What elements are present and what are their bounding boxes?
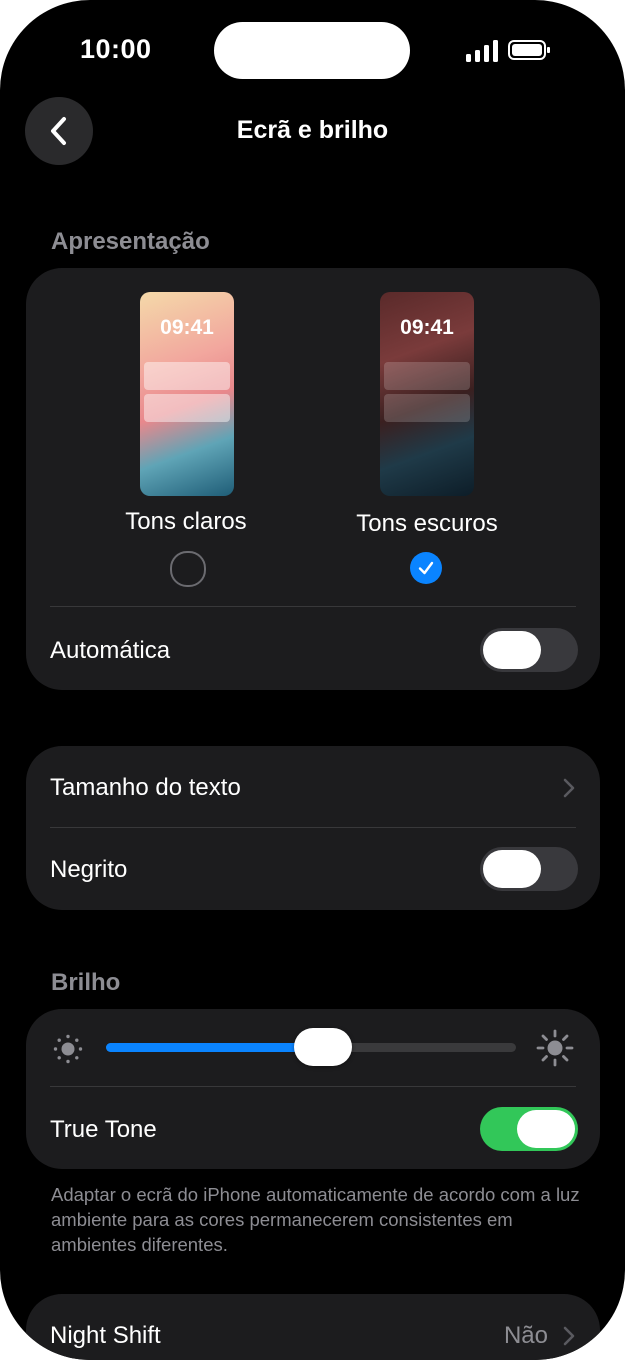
- preview-notification: [144, 394, 230, 422]
- bold-text-label: Negrito: [50, 856, 128, 883]
- true-tone-footnote: Adaptar o ecrã do iPhone automaticamente…: [51, 1184, 580, 1255]
- dark-mode-radio-selected[interactable]: [410, 552, 442, 584]
- checkmark-icon: [418, 561, 434, 575]
- text-size-label: Tamanho do texto: [50, 774, 241, 801]
- night-shift-row[interactable]: Night Shift Não: [26, 1294, 600, 1360]
- page-title: Ecrã e brilho: [236, 116, 389, 144]
- true-tone-toggle[interactable]: [480, 1107, 578, 1151]
- light-mode-preview[interactable]: 09:41: [140, 292, 234, 496]
- preview-time: 09:41: [160, 316, 214, 339]
- toggle-knob: [483, 850, 541, 888]
- sun-low-icon: [53, 1034, 83, 1064]
- brightness-slider[interactable]: [106, 1028, 516, 1066]
- divider: [50, 1086, 576, 1087]
- chevron-right-icon: [563, 778, 575, 798]
- brightness-slider-knob[interactable]: [294, 1028, 353, 1066]
- toggle-knob: [483, 631, 541, 669]
- light-mode-radio[interactable]: [170, 551, 206, 587]
- night-shift-value: Não: [503, 1322, 548, 1349]
- night-shift-card: Night Shift Não: [26, 1294, 600, 1360]
- dark-mode-preview[interactable]: 09:41: [380, 292, 474, 496]
- battery-icon: [508, 40, 550, 60]
- phone-screen: 10:00 Ecrã e brilho Apresentação 09:41 T…: [0, 0, 625, 1360]
- chevron-right-icon: [563, 1326, 575, 1346]
- text-size-row[interactable]: Tamanho do texto: [26, 746, 600, 828]
- light-mode-label[interactable]: Tons claros: [86, 508, 286, 536]
- text-settings-card: Tamanho do texto Negrito: [26, 746, 600, 910]
- divider: [50, 606, 576, 607]
- true-tone-label: True Tone: [50, 1116, 157, 1143]
- appearance-card: 09:41 Tons claros 09:41 Tons escuros Aut…: [26, 268, 600, 690]
- dark-mode-label[interactable]: Tons escuros: [327, 510, 527, 538]
- preview-notification: [384, 362, 470, 390]
- preview-notification: [384, 394, 470, 422]
- cellular-signal-icon: [466, 40, 498, 62]
- bold-text-toggle[interactable]: [480, 847, 578, 891]
- section-header-brightness: Brilho: [51, 969, 121, 996]
- preview-time: 09:41: [400, 316, 454, 339]
- automatic-toggle[interactable]: [480, 628, 578, 672]
- night-shift-label: Night Shift: [50, 1322, 161, 1349]
- brightness-slider-fill: [106, 1043, 324, 1052]
- status-time: 10:00: [80, 34, 152, 64]
- brightness-card: True Tone: [26, 1009, 600, 1169]
- automatic-label: Automática: [50, 637, 171, 664]
- toggle-knob: [517, 1110, 575, 1148]
- preview-notification: [144, 362, 230, 390]
- dynamic-island: [214, 22, 410, 79]
- sun-high-icon: [536, 1029, 574, 1067]
- divider: [50, 827, 576, 828]
- section-header-appearance: Apresentação: [51, 228, 210, 255]
